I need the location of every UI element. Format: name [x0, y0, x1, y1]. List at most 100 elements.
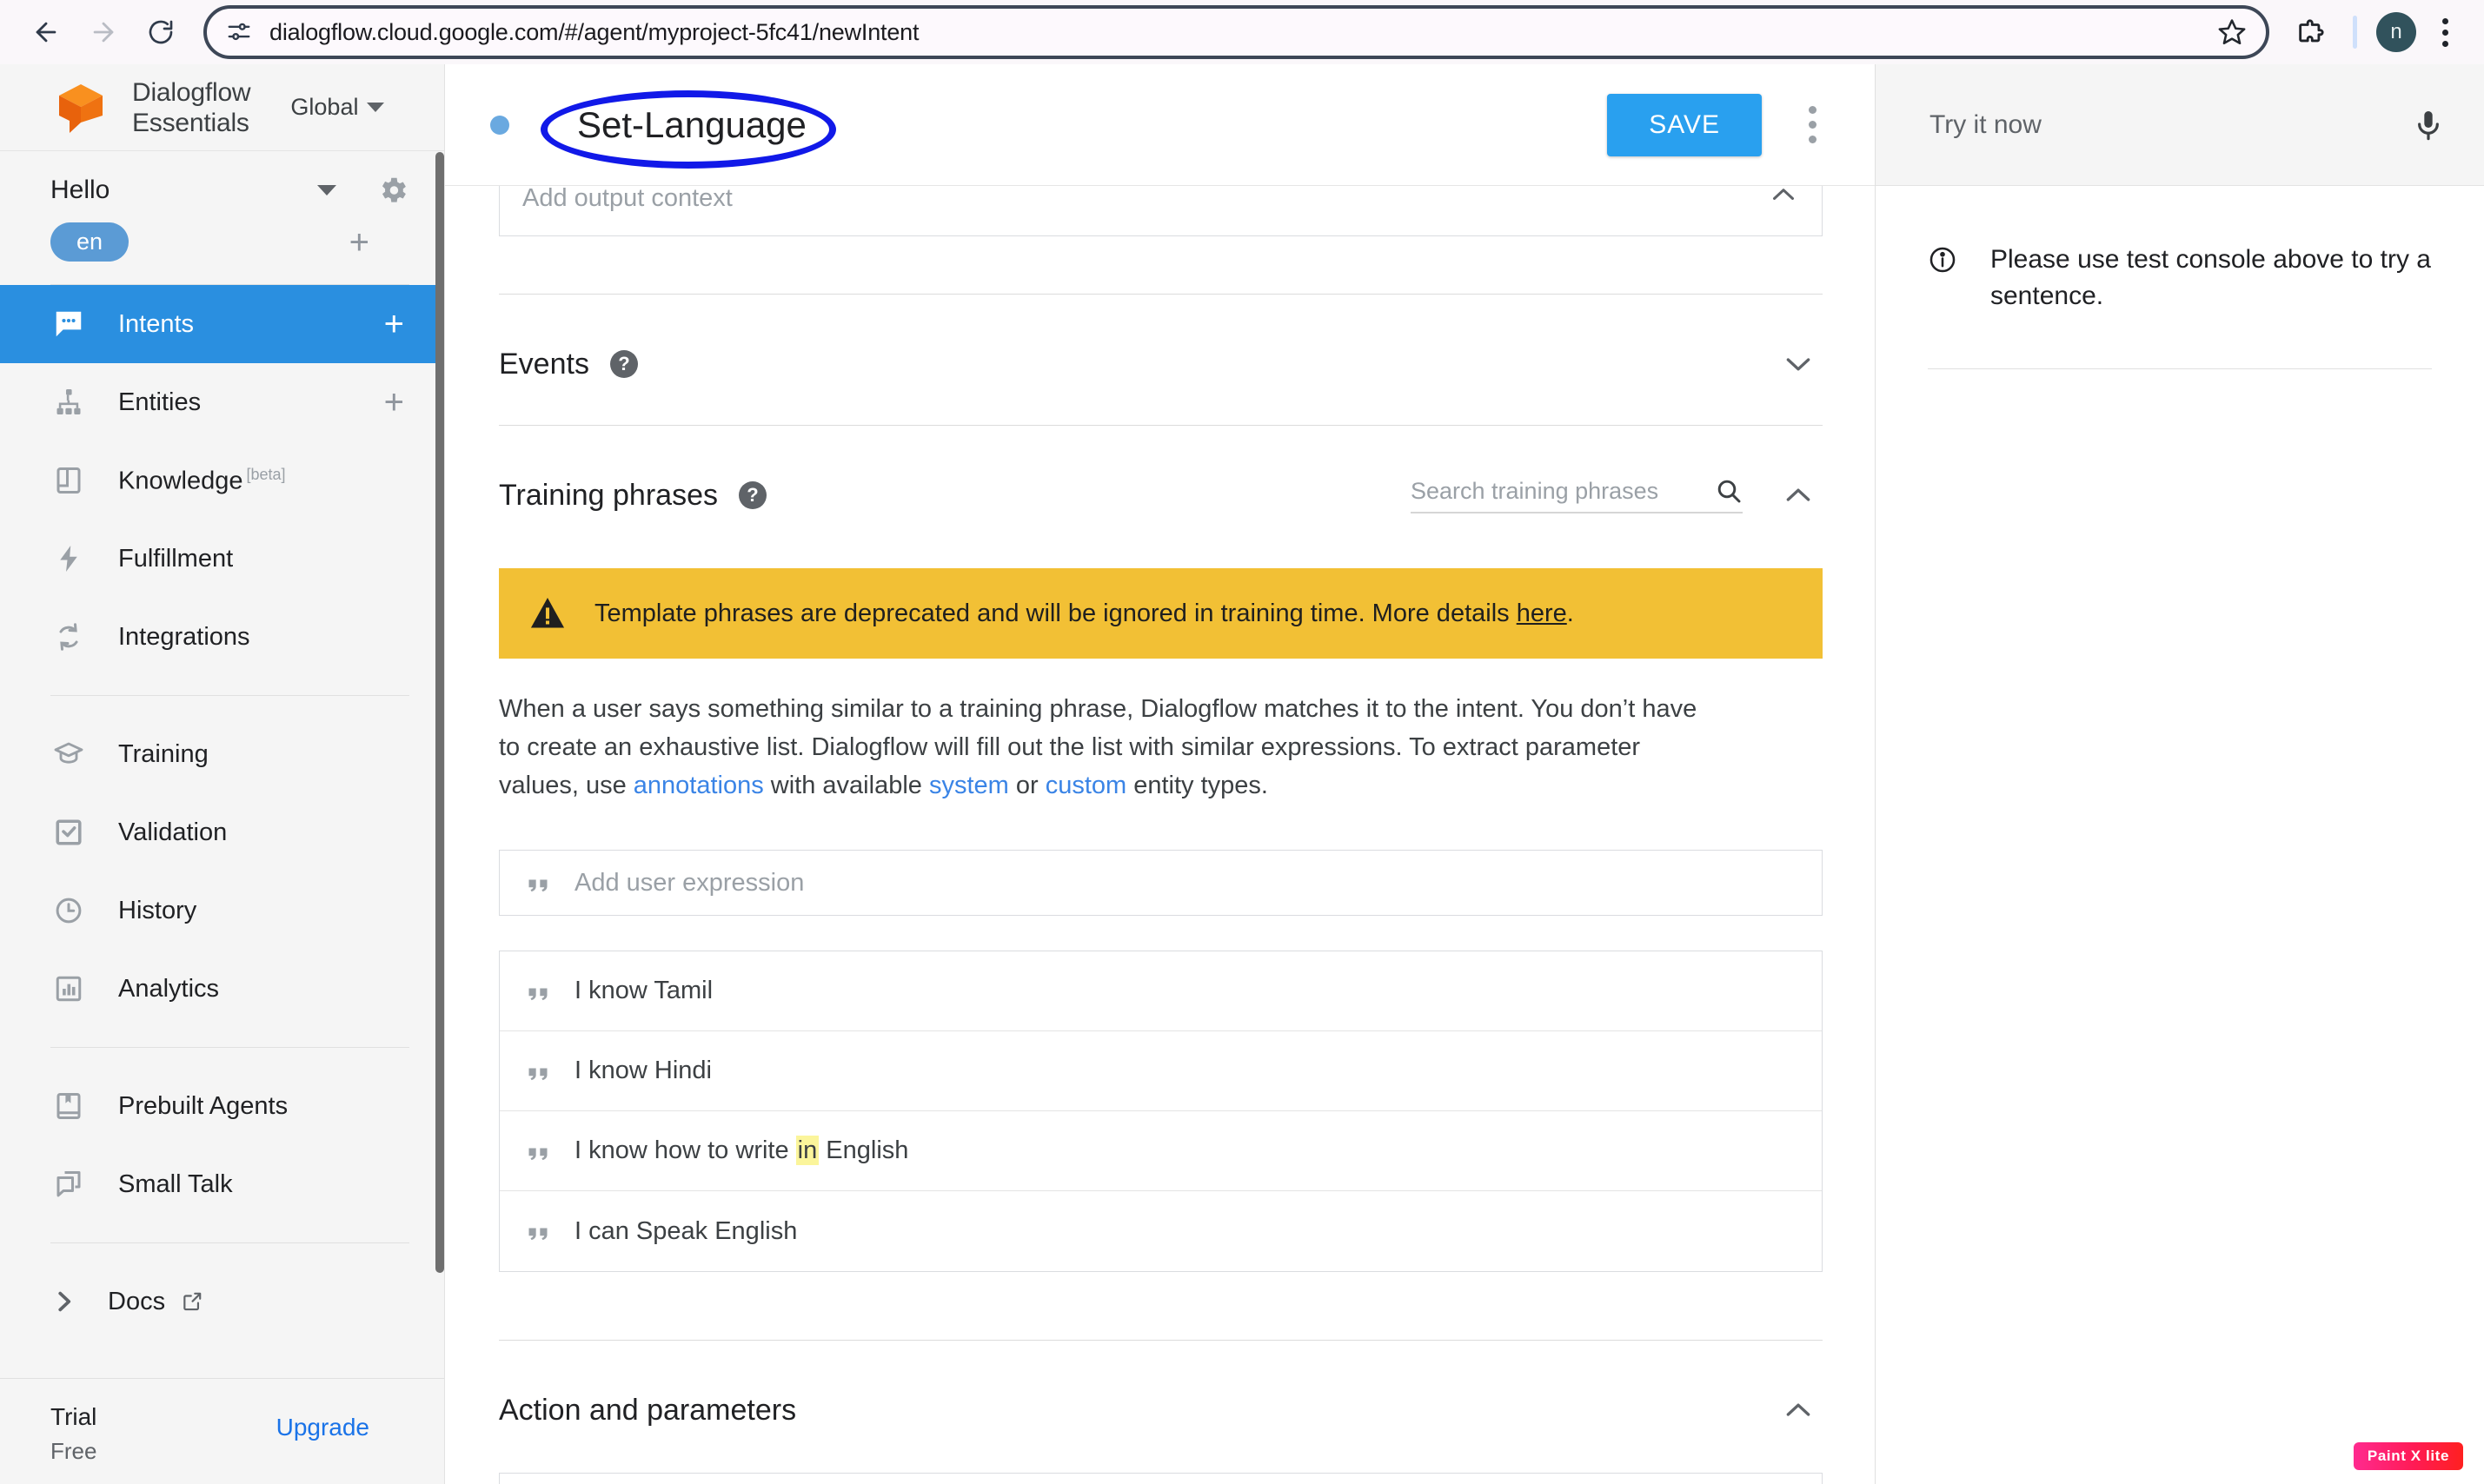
- page-title[interactable]: Set-Language: [541, 96, 843, 155]
- try-it-now-bar[interactable]: Try it now: [1876, 64, 2484, 186]
- back-button[interactable]: [19, 5, 73, 59]
- brand-line-2: Essentials: [132, 108, 249, 137]
- training-phrase-row[interactable]: I know Tamil: [500, 951, 1822, 1031]
- events-section-header[interactable]: Events ?: [445, 295, 1875, 388]
- brand-title: Dialogflow Essentials: [132, 77, 251, 138]
- help-icon[interactable]: ?: [609, 350, 638, 378]
- add-entity-button[interactable]: +: [384, 385, 404, 420]
- sidebar-item-validation[interactable]: Validation: [0, 793, 444, 871]
- desc-part-3: or: [1008, 772, 1046, 799]
- add-language-button[interactable]: +: [349, 225, 369, 260]
- region-selector[interactable]: Global: [290, 94, 385, 121]
- site-settings-icon[interactable]: [226, 19, 252, 45]
- history-icon: [50, 895, 87, 926]
- system-entity-link[interactable]: system: [929, 772, 1009, 799]
- search-training-phrases[interactable]: Search training phrases: [1411, 477, 1743, 513]
- phrase-prefix: I know Tamil: [575, 977, 714, 1004]
- training-phrase-text: I can Speak English: [575, 1217, 797, 1246]
- search-input[interactable]: Search training phrases: [1411, 478, 1699, 505]
- forward-button[interactable]: [76, 5, 130, 59]
- events-collapse-toggle[interactable]: [1774, 340, 1823, 388]
- app-shell: Dialogflow Essentials Global Hello en +: [0, 64, 2484, 1484]
- more-options-icon[interactable]: [1786, 94, 1838, 156]
- gear-icon[interactable]: [376, 174, 409, 207]
- sidebar-item-entities[interactable]: Entities +: [0, 363, 444, 441]
- profile-avatar[interactable]: n: [2376, 12, 2416, 52]
- extensions-icon[interactable]: [2287, 9, 2334, 56]
- quote-icon: [526, 1139, 550, 1163]
- external-link-icon: [181, 1290, 203, 1313]
- desc-part-4: entity types.: [1126, 772, 1268, 799]
- try-it-now-input[interactable]: Try it now: [1929, 110, 2411, 140]
- microphone-icon[interactable]: [2411, 108, 2446, 142]
- sidebar-item-training[interactable]: Training: [0, 715, 444, 793]
- sidebar-item-analytics[interactable]: Analytics: [0, 950, 444, 1028]
- training-phrase-text: I know Hindi: [575, 1057, 712, 1085]
- training-phrase-row[interactable]: I can Speak English: [500, 1191, 1822, 1271]
- divider: [50, 1047, 409, 1048]
- save-button[interactable]: SAVE: [1607, 93, 1762, 156]
- phrase-prefix: I can Speak English: [575, 1216, 798, 1245]
- warning-details-link[interactable]: here: [1517, 600, 1567, 627]
- sidebar-item-fulfillment[interactable]: Fulfillment: [0, 520, 444, 598]
- sidebar-item-label-wrap: Knowledge [beta]: [118, 466, 444, 496]
- action-parameters-collapse-toggle[interactable]: [1774, 1386, 1823, 1434]
- phrase-annotation-highlight[interactable]: in: [795, 1136, 820, 1165]
- training-phrases-header: Training phrases ? Search training phras…: [445, 426, 1875, 520]
- plan-title: Trial: [50, 1403, 97, 1430]
- test-console-hint-text: Please use test console above to try a s…: [1990, 245, 2431, 310]
- beta-badge: [beta]: [246, 465, 286, 483]
- add-user-expression-field[interactable]: Add user expression: [499, 850, 1823, 916]
- output-context-placeholder: Add output context: [522, 186, 733, 212]
- divider: [1928, 368, 2432, 369]
- training-phrase-row[interactable]: I know Hindi: [500, 1031, 1822, 1111]
- address-bar[interactable]: dialogflow.cloud.google.com/#/agent/mypr…: [203, 5, 2269, 59]
- phrase-suffix: English: [819, 1136, 909, 1164]
- sidebar-item-label: Intents: [118, 309, 195, 338]
- training-phrases-title: Training phrases: [499, 478, 718, 512]
- action-parameters-header[interactable]: Action and parameters: [445, 1341, 1875, 1434]
- intent-title-container[interactable]: Set-Language: [541, 89, 843, 169]
- agent-selector[interactable]: Hello: [0, 151, 444, 214]
- sidebar-item-prebuilt-agents[interactable]: Prebuilt Agents: [0, 1067, 444, 1145]
- chevron-up-icon[interactable]: [1768, 186, 1799, 215]
- sidebar-item-integrations[interactable]: Integrations: [0, 598, 444, 676]
- deprecation-warning-banner: Template phrases are deprecated and will…: [499, 568, 1823, 659]
- intent-status-dot: [490, 115, 509, 135]
- upgrade-link[interactable]: Upgrade: [276, 1414, 369, 1441]
- warning-text: Template phrases are deprecated and will…: [594, 600, 1574, 628]
- sidebar-item-intents[interactable]: Intents +: [0, 285, 444, 363]
- sidebar-item-knowledge[interactable]: Knowledge [beta]: [0, 441, 444, 520]
- validation-icon: [50, 817, 87, 848]
- sidebar-scrollbar[interactable]: [435, 152, 444, 1273]
- search-icon[interactable]: [1715, 477, 1743, 505]
- chrome-menu-icon[interactable]: [2425, 9, 2465, 56]
- chevron-right-icon: [50, 1289, 76, 1315]
- action-parameters-field[interactable]: [499, 1473, 1823, 1484]
- output-context-field[interactable]: Add output context: [499, 186, 1823, 236]
- annotations-link[interactable]: annotations: [634, 772, 764, 799]
- training-phrase-row[interactable]: I know how to write in English: [500, 1111, 1822, 1191]
- custom-entity-link[interactable]: custom: [1046, 772, 1126, 799]
- dialogflow-logo-icon: [50, 77, 111, 138]
- add-intent-button[interactable]: +: [384, 307, 404, 341]
- warning-icon: [528, 594, 567, 633]
- training-icon: [50, 739, 87, 770]
- fulfillment-icon: [50, 543, 87, 574]
- brand-header: Dialogflow Essentials Global: [0, 64, 444, 151]
- reload-button[interactable]: [134, 5, 188, 59]
- main-content: Set-Language SAVE Add output context Eve…: [445, 64, 1876, 1484]
- sidebar-item-docs[interactable]: Docs: [0, 1262, 444, 1341]
- training-phrases-collapse-toggle[interactable]: [1774, 471, 1823, 520]
- watermark: Paint X lite: [2353, 1442, 2463, 1470]
- sidebar-item-small-talk[interactable]: Small Talk: [0, 1145, 444, 1223]
- help-icon[interactable]: ?: [738, 481, 767, 509]
- language-chip-en[interactable]: en: [50, 222, 130, 262]
- sidebar-item-history[interactable]: History: [0, 871, 444, 950]
- small-talk-icon: [50, 1169, 87, 1200]
- events-title: Events: [499, 347, 589, 381]
- plan-subtitle: Free: [50, 1438, 97, 1464]
- desc-part-2: with available: [763, 772, 929, 799]
- chevron-down-icon[interactable]: [317, 185, 336, 195]
- bookmark-star-icon[interactable]: [2217, 17, 2247, 47]
